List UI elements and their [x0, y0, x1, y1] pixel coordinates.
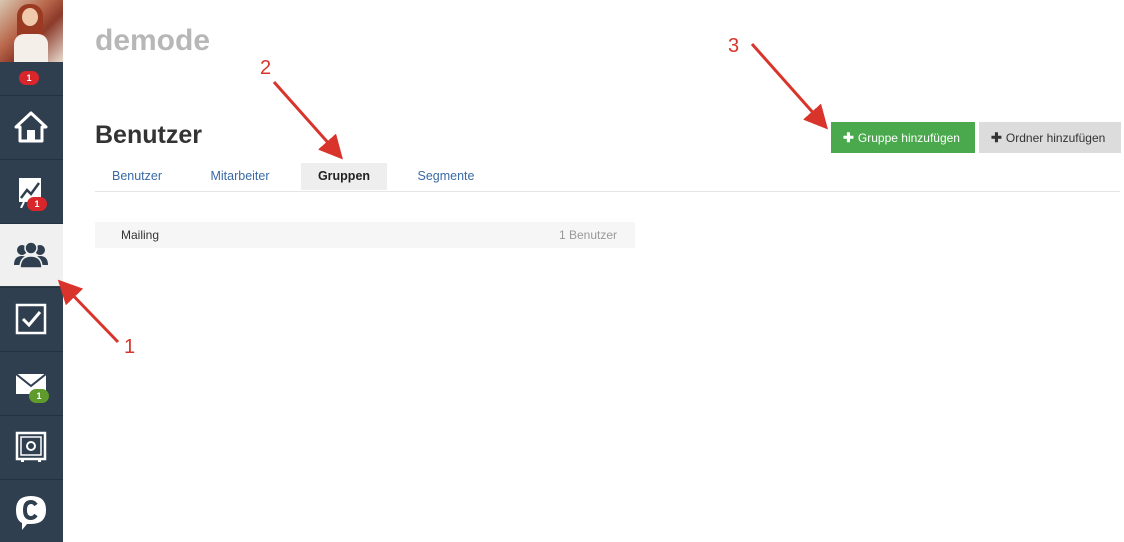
sidebar-item-settings[interactable]: [0, 415, 63, 478]
avatar-badge-row: 1: [0, 62, 63, 95]
group-member-count: 1 Benutzer: [558, 228, 617, 242]
tab-benutzer[interactable]: Benutzer: [95, 163, 179, 190]
group-name: Mailing: [121, 228, 160, 242]
sidebar: 1 1 1: [0, 0, 63, 542]
avatar-body: [14, 34, 48, 62]
tab-bar: Benutzer Mitarbeiter Gruppen Segmente: [95, 163, 1120, 192]
add-group-button[interactable]: ✚ Gruppe hinzufügen: [831, 122, 975, 153]
sidebar-item-statistics[interactable]: 1: [0, 159, 63, 222]
annotation-number-3: 3: [728, 35, 740, 57]
arrow-2: [272, 81, 343, 160]
list-item[interactable]: Mailing 1 Benutzer: [95, 222, 635, 248]
chat-icon: [16, 496, 46, 530]
mail-badge: 1: [29, 389, 49, 403]
annotation-arrows: [57, 43, 828, 344]
add-group-label: Gruppe hinzufügen: [857, 131, 960, 145]
page-title: Benutzer: [95, 121, 202, 149]
sidebar-item-mail[interactable]: 1: [0, 351, 63, 414]
arrow-1: [57, 279, 120, 344]
home-icon: [14, 111, 48, 143]
sidebar-item-chat[interactable]: [0, 479, 63, 542]
plus-icon: ✚: [843, 130, 854, 145]
safe-icon: [15, 431, 47, 462]
brand-name: demode: [95, 24, 211, 57]
tab-gruppen[interactable]: Gruppen: [301, 163, 387, 190]
users-icon: [14, 241, 48, 269]
annotation-number-2: 2: [260, 57, 272, 79]
add-folder-label: Ordner hinzufügen: [1005, 131, 1106, 145]
checkbox-icon: [15, 303, 47, 335]
annotation-number-1: 1: [124, 336, 136, 358]
sidebar-item-home[interactable]: [0, 95, 63, 158]
add-folder-button[interactable]: ✚ Ordner hinzufügen: [979, 122, 1121, 153]
notification-badge: 1: [19, 71, 39, 85]
avatar[interactable]: [0, 0, 63, 62]
tab-segmente[interactable]: Segmente: [401, 163, 491, 190]
tab-mitarbeiter[interactable]: Mitarbeiter: [195, 163, 285, 190]
avatar-face: [22, 8, 38, 26]
arrow-3: [750, 43, 828, 130]
statistics-badge: 1: [27, 197, 47, 211]
sidebar-item-tasks[interactable]: [0, 287, 63, 350]
plus-icon: ✚: [991, 130, 1002, 145]
sidebar-item-users[interactable]: [0, 223, 63, 286]
